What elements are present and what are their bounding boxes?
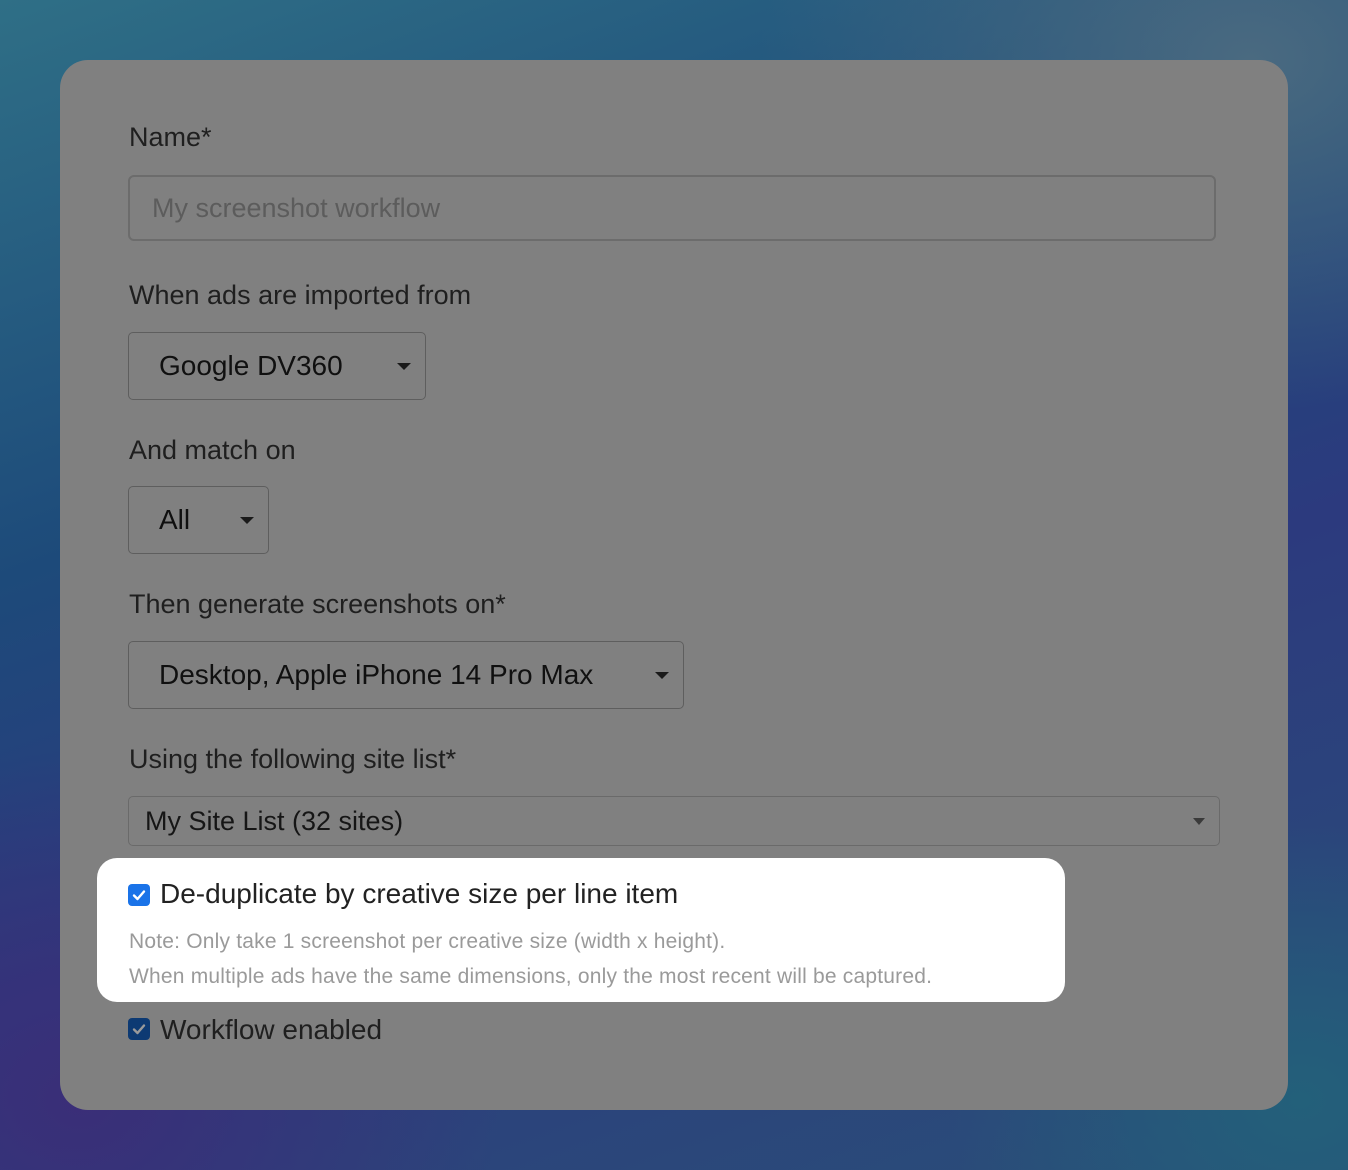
import-source-label: When ads are imported from xyxy=(129,280,472,310)
site-list-select[interactable]: My Site List (32 sites) xyxy=(128,796,1220,846)
devices-label: Then generate screenshots on* xyxy=(129,589,506,619)
name-label: Name* xyxy=(129,122,212,152)
import-source-value: Google DV360 xyxy=(159,350,343,381)
match-on-label: And match on xyxy=(129,435,296,465)
deduplicate-note-line2: When multiple ads have the same dimensio… xyxy=(129,965,933,988)
caret-down-icon xyxy=(397,363,411,370)
checkmark-icon xyxy=(132,890,146,901)
deduplicate-note-line1: Note: Only take 1 screenshot per creativ… xyxy=(129,930,726,953)
devices-select[interactable]: Desktop, Apple iPhone 14 Pro Max xyxy=(128,641,684,709)
caret-down-icon xyxy=(655,672,669,679)
deduplicate-checkbox[interactable] xyxy=(128,884,150,906)
deduplicate-highlight: De-duplicate by creative size per line i… xyxy=(97,858,1065,1002)
import-source-select[interactable]: Google DV360 xyxy=(128,332,426,400)
workflow-enabled-checkbox[interactable] xyxy=(128,1018,150,1040)
workflow-enabled-label: Workflow enabled xyxy=(160,1014,383,1045)
site-list-value: My Site List (32 sites) xyxy=(145,805,404,836)
checkmark-icon xyxy=(132,1024,146,1035)
match-on-value: All xyxy=(159,504,191,535)
match-on-select[interactable]: All xyxy=(128,486,269,554)
caret-down-icon xyxy=(1193,818,1205,825)
caret-down-icon xyxy=(240,517,254,524)
name-input[interactable] xyxy=(128,175,1216,241)
site-list-label: Using the following site list* xyxy=(129,744,457,774)
deduplicate-label: De-duplicate by creative size per line i… xyxy=(160,878,679,909)
devices-value: Desktop, Apple iPhone 14 Pro Max xyxy=(159,659,594,690)
